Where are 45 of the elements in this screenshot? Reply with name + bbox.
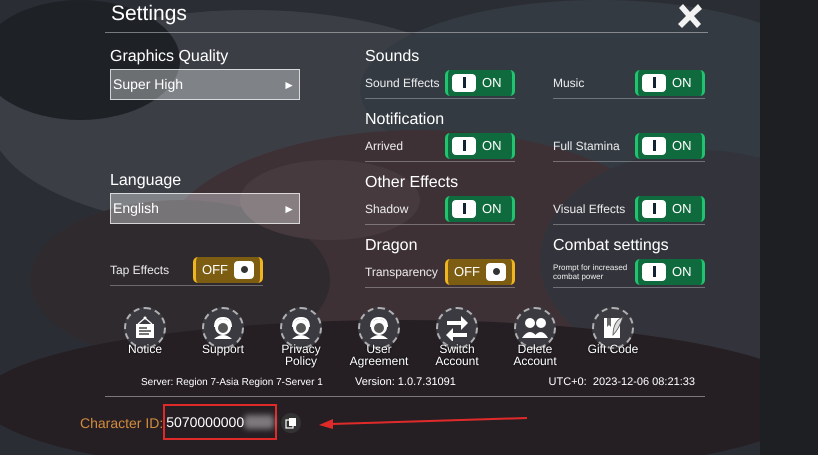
window-title: Settings (111, 2, 187, 26)
action-button[interactable]: Switch Account (422, 307, 492, 367)
section-heading: Notification (365, 110, 446, 130)
setting-label: Sound Effects (365, 74, 440, 92)
toggle-switch[interactable]: ON (445, 132, 515, 158)
section-heading: Combat settings (553, 236, 670, 256)
setting-heading: Language (110, 171, 182, 191)
dropdown[interactable]: English ► (110, 193, 300, 224)
setting-label: Full Stamina (553, 138, 620, 154)
toggle-switch[interactable]: OFF (445, 258, 515, 284)
sign-icon (133, 316, 157, 340)
toggle-switch[interactable]: ON (635, 132, 705, 158)
dropdown[interactable]: Super High ► (110, 69, 300, 100)
action-button[interactable]: Delete Account (500, 307, 570, 367)
server-info: Server: Region 7-Asia Region 7-Server 1 (141, 376, 324, 390)
toggle-switch[interactable]: ON (635, 258, 705, 284)
id-label: Character ID: (80, 414, 164, 432)
setting-heading: Graphics Quality (110, 47, 230, 67)
close-button[interactable] (676, 2, 704, 30)
version-info: Version: 1.0.7.31091 (355, 374, 457, 390)
action-button[interactable]: User Agreement (344, 307, 414, 367)
section-heading: Sounds (365, 47, 420, 67)
book-feather-icon (601, 315, 625, 341)
setting-label: Tap Effects (110, 262, 170, 278)
time-info: UTC+0: 2023-12-06 08:21:33 (548, 374, 695, 390)
setting-label: Visual Effects (553, 200, 626, 218)
toggle-switch[interactable]: ON (635, 196, 705, 222)
people-icon (521, 316, 549, 340)
action-button[interactable]: Privacy Policy (266, 307, 336, 367)
toggle-switch[interactable]: ON (635, 70, 705, 96)
setting-label: Shadow (365, 200, 408, 218)
setting-label: Prompt for increased combat power (553, 262, 628, 280)
blurred-redaction (244, 415, 274, 429)
section-heading: Dragon (365, 236, 418, 256)
setting-label: Transparency (365, 264, 438, 280)
toggle-switch[interactable]: ON (445, 196, 515, 222)
section-heading: Other Effects (365, 173, 460, 193)
toggle-switch[interactable]: OFF (193, 256, 263, 282)
id-value: 5070000000 (166, 412, 244, 432)
toggle-switch[interactable]: ON (445, 70, 515, 96)
copy-icon (285, 417, 298, 429)
switch-arrows-icon (444, 315, 470, 341)
setting-label: Music (553, 74, 584, 92)
setting-label: Arrived (365, 138, 404, 154)
close-icon (676, 2, 704, 30)
